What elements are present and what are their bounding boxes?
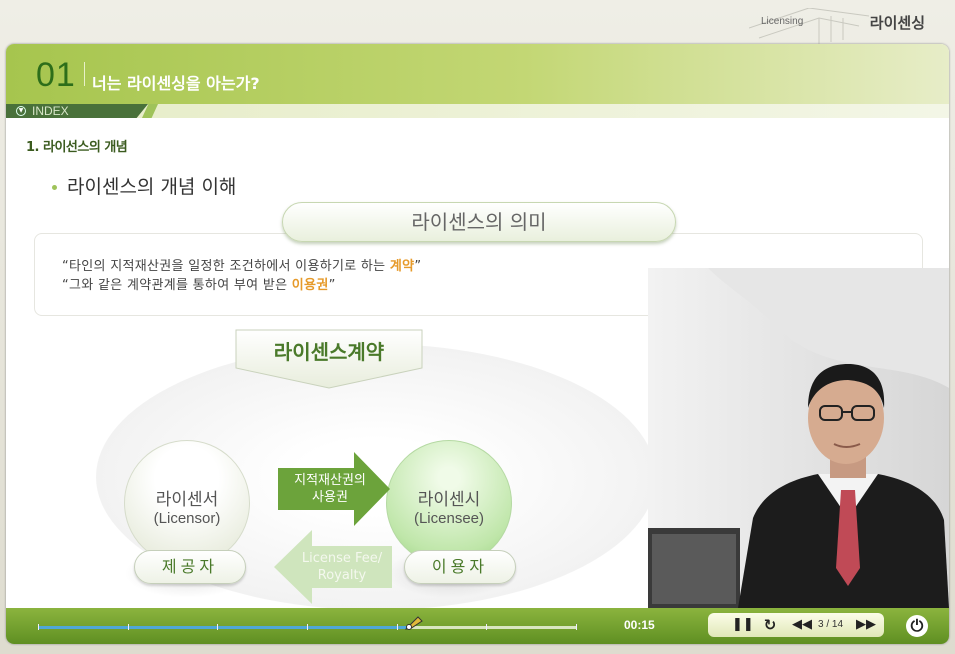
subtitle-text: 라이센스의 개념 이해 (67, 176, 237, 198)
progress-tick (217, 624, 218, 630)
slide-content: 1. 라이선스의 개념 라이센스의 개념 이해 라이센스의 의미 “타인의 지적… (6, 118, 949, 610)
progress-tick (486, 624, 487, 630)
provider-label: 제공자 (134, 550, 246, 584)
meaning-line-1-highlight: 계약 (389, 259, 415, 274)
replay-icon[interactable]: ↻ (762, 617, 778, 633)
licensee-en: (Licensee) (413, 510, 485, 527)
presenter-video (648, 268, 949, 608)
right-arrow: 지적재산권의 사용권 (278, 452, 390, 526)
left-arrow-line-2: Royalty (317, 568, 367, 583)
meaning-line-2: “그와 같은 계약관계를 통하여 부여 받은 이용권” (62, 274, 336, 293)
subtitle: 라이센스의 개념 이해 (52, 172, 236, 199)
licensor-circle: 라이센서 (Licensor) (124, 440, 250, 566)
section-title: 1. 라이선스의 개념 (26, 140, 128, 155)
rewind-icon[interactable]: ◀◀ (792, 617, 812, 633)
right-arrow-line-1: 지적재산권의 (294, 473, 366, 488)
left-arrow-line-1: License Fee/ (301, 551, 383, 566)
progress-tick (397, 624, 398, 630)
meaning-line-2-end: ” (328, 278, 336, 293)
brand-logo: Licensing 라이센싱 (749, 8, 929, 44)
meaning-title: 라이센스의 의미 (282, 202, 676, 242)
pause-icon[interactable]: ❚❚ (732, 617, 754, 633)
chapter-header: 01 너는 라이센싱을 아는가? (6, 44, 949, 104)
progress-handle-icon[interactable] (405, 614, 423, 630)
current-time: 00:15 (624, 618, 655, 632)
contract-banner: 라이센스계약 (234, 328, 424, 390)
index-tab[interactable] (6, 104, 148, 118)
right-arrow-line-2: 사용권 (312, 490, 348, 505)
licensor-en: (Licensor) (153, 510, 221, 527)
forward-icon[interactable]: ▶▶ (856, 617, 876, 633)
index-label[interactable]: INDEX (32, 104, 69, 118)
meaning-line-1: “타인의 지적재산권을 일정한 조건하에서 이용하기로 하는 계약” (62, 255, 421, 274)
user-label: 이용자 (404, 550, 516, 584)
brand-english: Licensing (761, 16, 804, 27)
meaning-line-1-end: ” (414, 259, 422, 274)
meaning-line-2-highlight: 이용권 (291, 278, 329, 293)
chevron-down-icon[interactable]: ▼ (16, 106, 26, 116)
progress-tick (307, 624, 308, 630)
lecture-player: Licensing 라이센싱 01 너는 라이센싱을 아는가? ▼ INDEX … (0, 0, 955, 654)
header-divider (84, 62, 85, 86)
chapter-number: 01 (36, 56, 76, 94)
content-frame: 01 너는 라이센싱을 아는가? ▼ INDEX 1. 라이선스의 개념 라이센… (6, 44, 949, 644)
brand-decoration (749, 8, 869, 44)
chapter-title: 너는 라이센싱을 아는가? (92, 74, 260, 93)
progress-fill (38, 626, 409, 629)
progress-tick (38, 624, 39, 630)
progress-tick (576, 624, 577, 630)
left-arrow: License Fee/ Royalty (274, 530, 392, 604)
brand-korean: 라이센싱 (869, 14, 925, 32)
meaning-line-1-text: “타인의 지적재산권을 일정한 조건하에서 이용하기로 하는 (62, 259, 390, 274)
contract-label: 라이센스계약 (273, 340, 385, 364)
licensor-ko: 라이센서 (155, 490, 219, 510)
licensee-circle: 라이센시 (Licensee) (386, 440, 512, 566)
licensee-ko: 라이센시 (417, 490, 481, 510)
player-controls: 00:15 ❚❚ ↻ ◀◀ 3 / 14 ▶▶ ⏻ (6, 608, 949, 644)
power-icon[interactable]: ⏻ (906, 615, 928, 637)
page-indicator: 3 / 14 (818, 619, 844, 630)
index-bar: ▼ INDEX (6, 104, 949, 118)
progress-tick (128, 624, 129, 630)
playback-buttons: ❚❚ ↻ ◀◀ 3 / 14 ▶▶ (708, 613, 884, 637)
bullet-icon (52, 185, 57, 190)
meaning-line-2-text: “그와 같은 계약관계를 통하여 부여 받은 (62, 278, 292, 293)
